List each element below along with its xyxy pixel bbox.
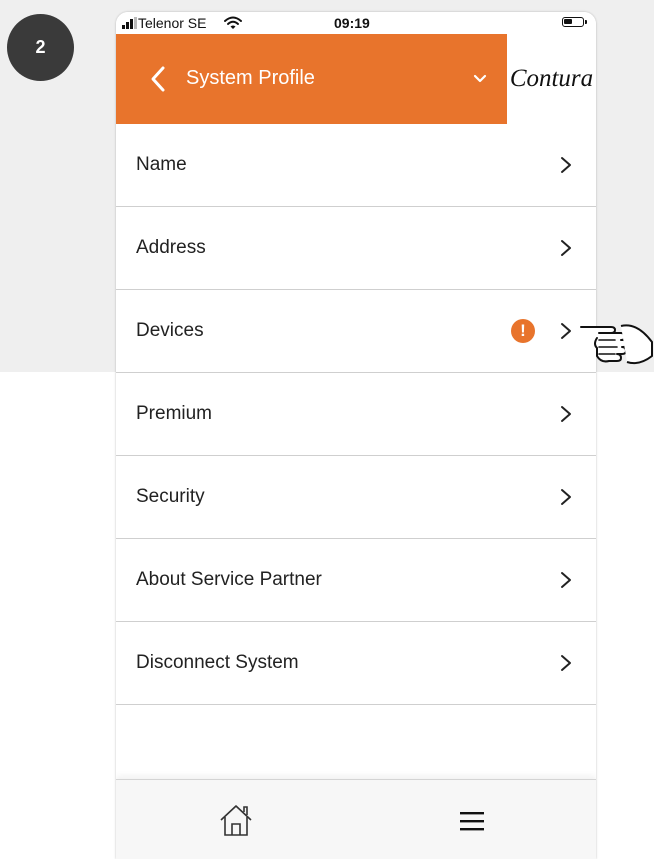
chevron-right-icon: [561, 157, 571, 173]
menu-item-devices[interactable]: Devices !: [116, 290, 596, 373]
chevron-right-icon: [561, 655, 571, 671]
battery-icon: [562, 17, 587, 27]
menu-item-label: Address: [136, 237, 206, 258]
menu-item-disconnect-system[interactable]: Disconnect System: [116, 622, 596, 705]
menu-item-name[interactable]: Name: [116, 124, 596, 207]
chevron-right-icon: [561, 489, 571, 505]
chevron-right-icon: [561, 323, 571, 339]
wifi-icon: [224, 16, 242, 29]
logo-text: Contura: [509, 65, 594, 92]
menu-item-label: Devices: [136, 320, 204, 341]
menu-item-label: Name: [136, 154, 187, 175]
hamburger-menu-icon[interactable]: [458, 810, 486, 832]
menu-item-about-service-partner[interactable]: About Service Partner: [116, 539, 596, 622]
page-title: System Profile: [186, 67, 315, 89]
menu-item-premium[interactable]: Premium: [116, 373, 596, 456]
menu-item-label: Premium: [136, 403, 213, 424]
menu-item-address[interactable]: Address: [116, 207, 596, 290]
back-button[interactable]: [148, 65, 168, 93]
chevron-right-icon: [561, 240, 571, 256]
chevron-down-icon[interactable]: [473, 72, 487, 86]
brand-logo: Contura: [507, 34, 596, 124]
alert-icon: !: [511, 319, 535, 343]
menu-item-label: Security: [136, 486, 205, 507]
phone-screen: Telenor SE 09:19 System Profile Contura …: [116, 12, 596, 859]
menu-item-security[interactable]: Security: [116, 456, 596, 539]
carrier-name: Telenor SE: [138, 15, 207, 31]
signal-icon: [122, 17, 137, 29]
header-bar: System Profile: [116, 34, 507, 124]
tab-bar: [116, 779, 596, 859]
app-header: System Profile Contura: [116, 34, 596, 124]
settings-menu: Name Address Devices ! Premium Security …: [116, 124, 596, 705]
status-bar: Telenor SE 09:19: [116, 12, 596, 34]
chevron-right-icon: [561, 406, 571, 422]
clock: 09:19: [334, 15, 370, 31]
menu-item-label: Disconnect System: [136, 652, 299, 673]
home-icon[interactable]: [218, 802, 254, 838]
step-badge: 2: [7, 14, 74, 81]
step-number: 2: [35, 37, 46, 57]
chevron-right-icon: [561, 572, 571, 588]
menu-item-label: About Service Partner: [136, 569, 322, 590]
pointing-hand-icon: [580, 324, 653, 365]
